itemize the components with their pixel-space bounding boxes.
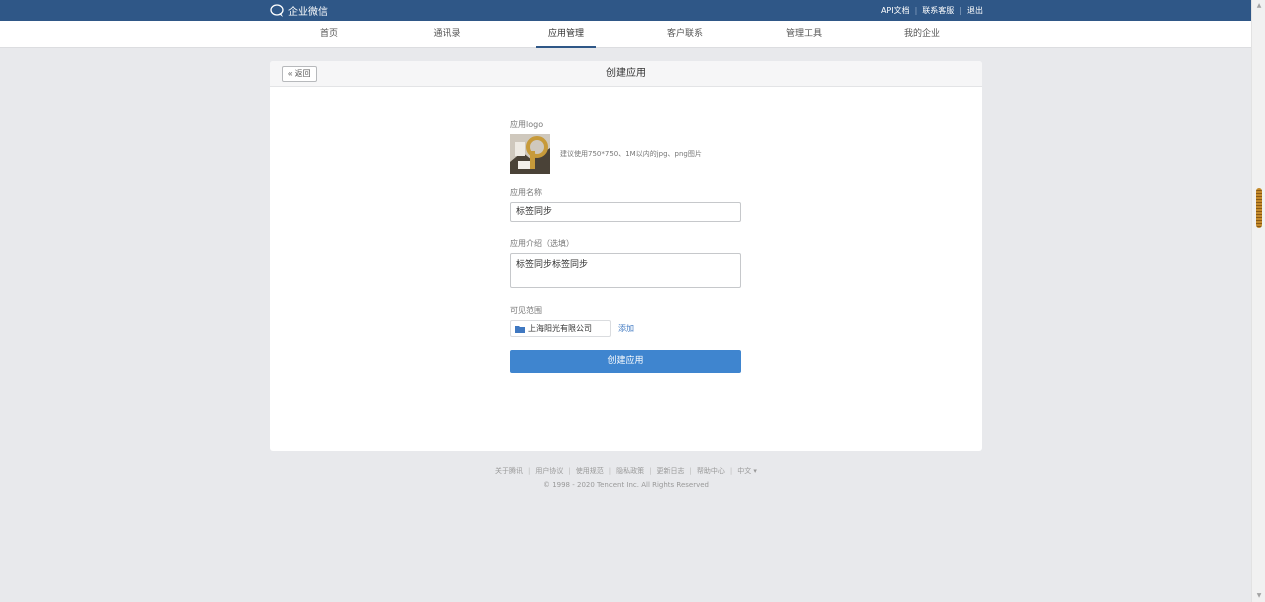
intro-label: 应用介绍（选填） xyxy=(510,239,574,248)
page-scrollbar[interactable]: ▲ ▼ xyxy=(1251,0,1265,602)
logo-hint: 建议使用750*750、1M以内的jpg、png图片 xyxy=(560,150,702,158)
scroll-up-icon[interactable]: ▲ xyxy=(1255,2,1263,10)
footer-separator: | xyxy=(729,467,733,475)
visible-scope-chip[interactable]: 上海阳光有限公司 xyxy=(510,320,611,337)
logout-link[interactable]: 退出 xyxy=(967,5,983,16)
app-intro-textarea[interactable]: 标签同步标签同步 xyxy=(510,253,741,288)
logo-label: 应用logo xyxy=(510,120,544,129)
logo-photo-icon xyxy=(510,134,550,174)
top-links: API文档 | 联系客服 | 退出 xyxy=(881,5,983,16)
api-docs-link[interactable]: API文档 xyxy=(881,5,910,16)
nav-item-my-enterprise[interactable]: 我的企业 xyxy=(862,21,982,48)
brand-name: 企业微信 xyxy=(288,7,328,18)
footer-link-about[interactable]: 关于腾讯 xyxy=(495,466,523,476)
copyright: © 1998 - 2020 Tencent Inc. All Rights Re… xyxy=(542,481,710,489)
footer-link-usage-rules[interactable]: 使用规范 xyxy=(576,466,604,476)
create-app-button[interactable]: 创建应用 xyxy=(510,350,741,373)
panel-header: « 返回 创建应用 xyxy=(270,61,982,87)
top-link-separator: | xyxy=(914,6,918,15)
footer-separator: | xyxy=(689,467,692,475)
folder-icon xyxy=(515,325,525,333)
scope-value: 上海阳光有限公司 xyxy=(528,324,592,333)
footer: 关于腾讯 | 用户协议 | 使用规范 | 隐私政策 | 更新日志 | 帮助中心 … xyxy=(270,466,982,489)
footer-separator: | xyxy=(528,467,531,475)
top-link-separator: | xyxy=(959,6,962,15)
nav-item-management-tools[interactable]: 管理工具 xyxy=(744,21,864,48)
nav-item-contacts[interactable]: 通讯录 xyxy=(387,21,507,48)
app-name-input[interactable]: 标签同步 xyxy=(510,202,741,222)
footer-separator: | xyxy=(608,467,612,475)
footer-separator: | xyxy=(649,467,652,475)
create-app-panel: « 返回 创建应用 应用logo 建议使用750*750、1M以内的jpg、pn… xyxy=(270,61,982,451)
main-nav: 首页 通讯录 应用管理 客户联系 管理工具 我的企业 xyxy=(0,21,1251,48)
scroll-thumb[interactable] xyxy=(1256,188,1262,228)
nav-item-app-management[interactable]: 应用管理 xyxy=(506,21,626,48)
footer-link-changelog[interactable]: 更新日志 xyxy=(656,466,684,476)
app-logo-image[interactable] xyxy=(510,134,550,174)
scroll-down-icon[interactable]: ▼ xyxy=(1255,592,1263,600)
contact-support-link[interactable]: 联系客服 xyxy=(922,5,954,16)
footer-link-help[interactable]: 帮助中心 xyxy=(697,466,725,476)
top-bar: 企业微信 API文档 | 联系客服 | 退出 xyxy=(0,0,1251,21)
brand-logo[interactable]: 企业微信 xyxy=(270,3,328,18)
scope-label: 可见范围 xyxy=(510,306,542,315)
logo-row: 建议使用750*750、1M以内的jpg、png图片 xyxy=(510,134,742,174)
add-scope-link[interactable]: 添加 xyxy=(618,323,634,334)
name-label: 应用名称 xyxy=(510,188,542,197)
language-select[interactable]: 中文 ▾ xyxy=(737,466,757,476)
footer-links: 关于腾讯 | 用户协议 | 使用规范 | 隐私政策 | 更新日志 | 帮助中心 … xyxy=(270,466,982,476)
footer-link-user-agreement[interactable]: 用户协议 xyxy=(535,466,563,476)
footer-separator: | xyxy=(568,467,571,475)
scope-row: 上海阳光有限公司 添加 xyxy=(510,320,742,337)
create-app-form: 应用logo 建议使用750*750、1M以内的jpg、png图片 应用名称 标… xyxy=(510,119,742,373)
footer-link-privacy[interactable]: 隐私政策 xyxy=(616,466,644,476)
page-title: 创建应用 xyxy=(606,68,646,79)
nav-item-customer-contact[interactable]: 客户联系 xyxy=(625,21,745,48)
nav-item-home[interactable]: 首页 xyxy=(269,21,389,48)
wework-logo-icon xyxy=(270,3,284,17)
